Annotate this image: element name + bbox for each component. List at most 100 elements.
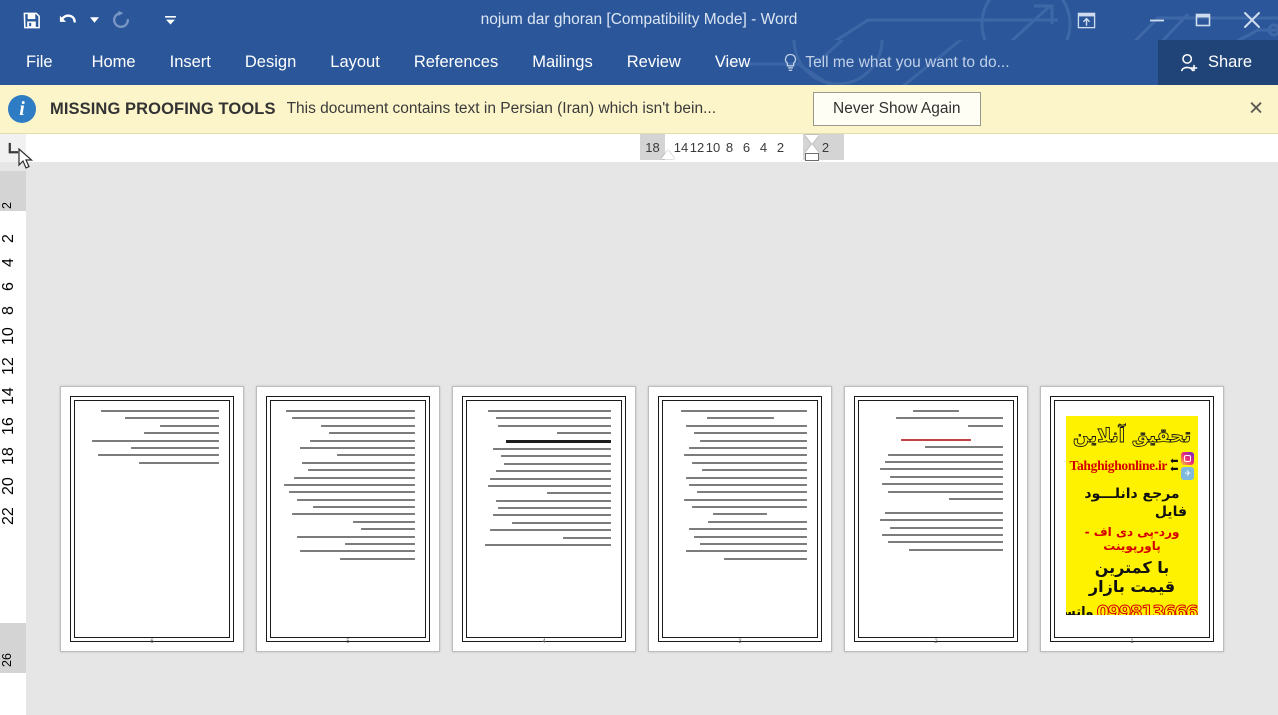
document-text-line xyxy=(702,469,807,472)
tab-file[interactable]: File xyxy=(0,40,75,85)
tell-me-search[interactable]: Tell me what you want to do... xyxy=(783,53,1010,72)
page-thumbnail[interactable]: 5 xyxy=(256,386,440,652)
ad-url[interactable]: Tahghighonline.ir xyxy=(1070,458,1168,474)
ad-title: تحقیق آنلاین xyxy=(1072,425,1192,448)
document-text-line xyxy=(691,506,807,509)
customize-quick-access-toolbar-button[interactable] xyxy=(162,4,178,36)
right-indent-box-marker[interactable] xyxy=(805,153,819,161)
page-thumbnail-strip: 6 5 4 3 2 تحقیق آنلاین Tahghighonline.ir… xyxy=(60,386,1224,652)
document-text-line xyxy=(337,454,415,457)
document-text-line xyxy=(890,475,1003,478)
never-show-again-button[interactable]: Never Show Again xyxy=(813,92,981,126)
document-text-line xyxy=(689,528,807,531)
share-button[interactable]: Share xyxy=(1157,40,1278,85)
save-button[interactable] xyxy=(14,4,48,36)
ruler-tick-12: 12 xyxy=(689,139,705,155)
tab-layout[interactable]: Layout xyxy=(313,40,397,85)
page-number: 3 xyxy=(738,639,742,645)
document-text-line xyxy=(885,460,1003,463)
document-text-line xyxy=(699,439,807,442)
page-border-outer xyxy=(462,396,626,642)
document-text-line xyxy=(160,424,219,427)
undo-dropdown-button[interactable] xyxy=(86,4,102,36)
page-thumbnail[interactable]: 6 xyxy=(60,386,244,652)
ad-phone-row: واتساپ 09981366624 xyxy=(1066,602,1198,616)
page-thumbnail[interactable]: 4 xyxy=(452,386,636,652)
document-workspace[interactable]: 6 5 4 3 2 تحقیق آنلاین Tahghighonline.ir… xyxy=(26,171,1278,715)
missing-proofing-tools-bar: i MISSING PROOFING TOOLS This document c… xyxy=(0,85,1278,134)
tab-insert[interactable]: Insert xyxy=(153,40,228,85)
document-text-line xyxy=(506,439,611,443)
save-icon xyxy=(23,12,40,28)
hanging-indent-marker[interactable] xyxy=(805,144,819,153)
document-text-line xyxy=(493,514,611,517)
document-text-line xyxy=(949,497,1003,500)
document-text-line xyxy=(487,410,611,412)
document-text-line xyxy=(895,417,1003,420)
tab-mailings[interactable]: Mailings xyxy=(515,40,610,85)
notification-close-button[interactable]: ✕ xyxy=(1248,100,1264,119)
page-content xyxy=(858,400,1014,638)
document-text-line xyxy=(706,417,774,420)
ruler-tick-18: 18 xyxy=(645,139,660,155)
left-indent-marker[interactable] xyxy=(661,150,675,159)
tab-references[interactable]: References xyxy=(397,40,515,85)
undo-button[interactable] xyxy=(50,4,84,36)
page-thumbnail[interactable]: 2 xyxy=(844,386,1028,652)
page-border-outer: تحقیق آنلاین Tahghighonline.ir ⬅⬅ ✈ مرج xyxy=(1050,396,1214,642)
page-thumbnail-advertisement[interactable]: تحقیق آنلاین Tahghighonline.ir ⬅⬅ ✈ مرج xyxy=(1040,386,1224,652)
page-number: 4 xyxy=(542,639,546,645)
restore-button[interactable] xyxy=(1180,2,1226,38)
document-text-line xyxy=(313,506,415,509)
document-text-line xyxy=(689,446,807,449)
document-text-line xyxy=(321,424,415,427)
ribbon-display-options-button[interactable] xyxy=(1060,2,1112,38)
ad-line-4: با کمترین قیمت بازار xyxy=(1088,558,1176,596)
document-text-line xyxy=(485,544,611,547)
document-text-line xyxy=(691,461,807,464)
minimize-button[interactable] xyxy=(1134,2,1180,38)
close-button[interactable] xyxy=(1226,2,1278,38)
tab-design[interactable]: Design xyxy=(228,40,313,85)
ad-line-2: فایل xyxy=(1154,504,1187,520)
lightbulb-icon xyxy=(785,53,797,71)
document-text-line xyxy=(283,483,415,486)
chevron-down-icon xyxy=(89,17,99,23)
ruler-tick-6: 6 xyxy=(742,139,751,155)
document-text-line xyxy=(890,526,1003,529)
document-text-line xyxy=(887,453,1003,456)
document-text-line xyxy=(495,470,611,473)
vertical-ruler[interactable]: 2 2 4 6 8 10 12 14 16 18 20 22 26 xyxy=(0,171,26,715)
vruler-tick-16: 16 xyxy=(0,417,17,435)
close-icon xyxy=(1244,12,1260,28)
tab-review[interactable]: Review xyxy=(610,40,698,85)
document-text-line xyxy=(882,483,1003,486)
document-text-line xyxy=(299,446,415,449)
vruler-tick-2: 2 xyxy=(0,234,17,243)
vruler-tick-10: 10 xyxy=(0,327,17,345)
document-text-line xyxy=(901,438,971,441)
document-text-line xyxy=(713,513,767,516)
document-text-line xyxy=(879,468,1003,471)
document-text-line xyxy=(913,410,959,412)
document-text-line xyxy=(302,461,415,464)
vruler-tick-8: 8 xyxy=(0,306,17,315)
document-text-line xyxy=(495,499,611,502)
document-text-line xyxy=(925,446,1003,449)
document-text-line xyxy=(345,543,415,546)
tab-home[interactable]: Home xyxy=(75,40,153,85)
horizontal-ruler-row: 18 14 12 10 8 6 4 2 2 xyxy=(0,134,1278,169)
notification-title: MISSING PROOFING TOOLS xyxy=(50,99,276,118)
page-thumbnail[interactable]: 3 xyxy=(648,386,832,652)
page-number: 2 xyxy=(934,639,938,645)
vruler-tick-22: 22 xyxy=(0,507,17,525)
document-text-line xyxy=(291,417,415,420)
page-content: تحقیق آنلاین Tahghighonline.ir ⬅⬅ ✈ مرج xyxy=(1054,400,1210,638)
redo-button[interactable] xyxy=(104,4,138,36)
first-line-indent-marker[interactable] xyxy=(805,135,819,144)
document-text-line xyxy=(879,519,1003,522)
tab-view[interactable]: View xyxy=(698,40,767,85)
document-text-line xyxy=(291,513,415,516)
document-text-line xyxy=(361,528,415,531)
share-person-icon xyxy=(1180,53,1198,71)
